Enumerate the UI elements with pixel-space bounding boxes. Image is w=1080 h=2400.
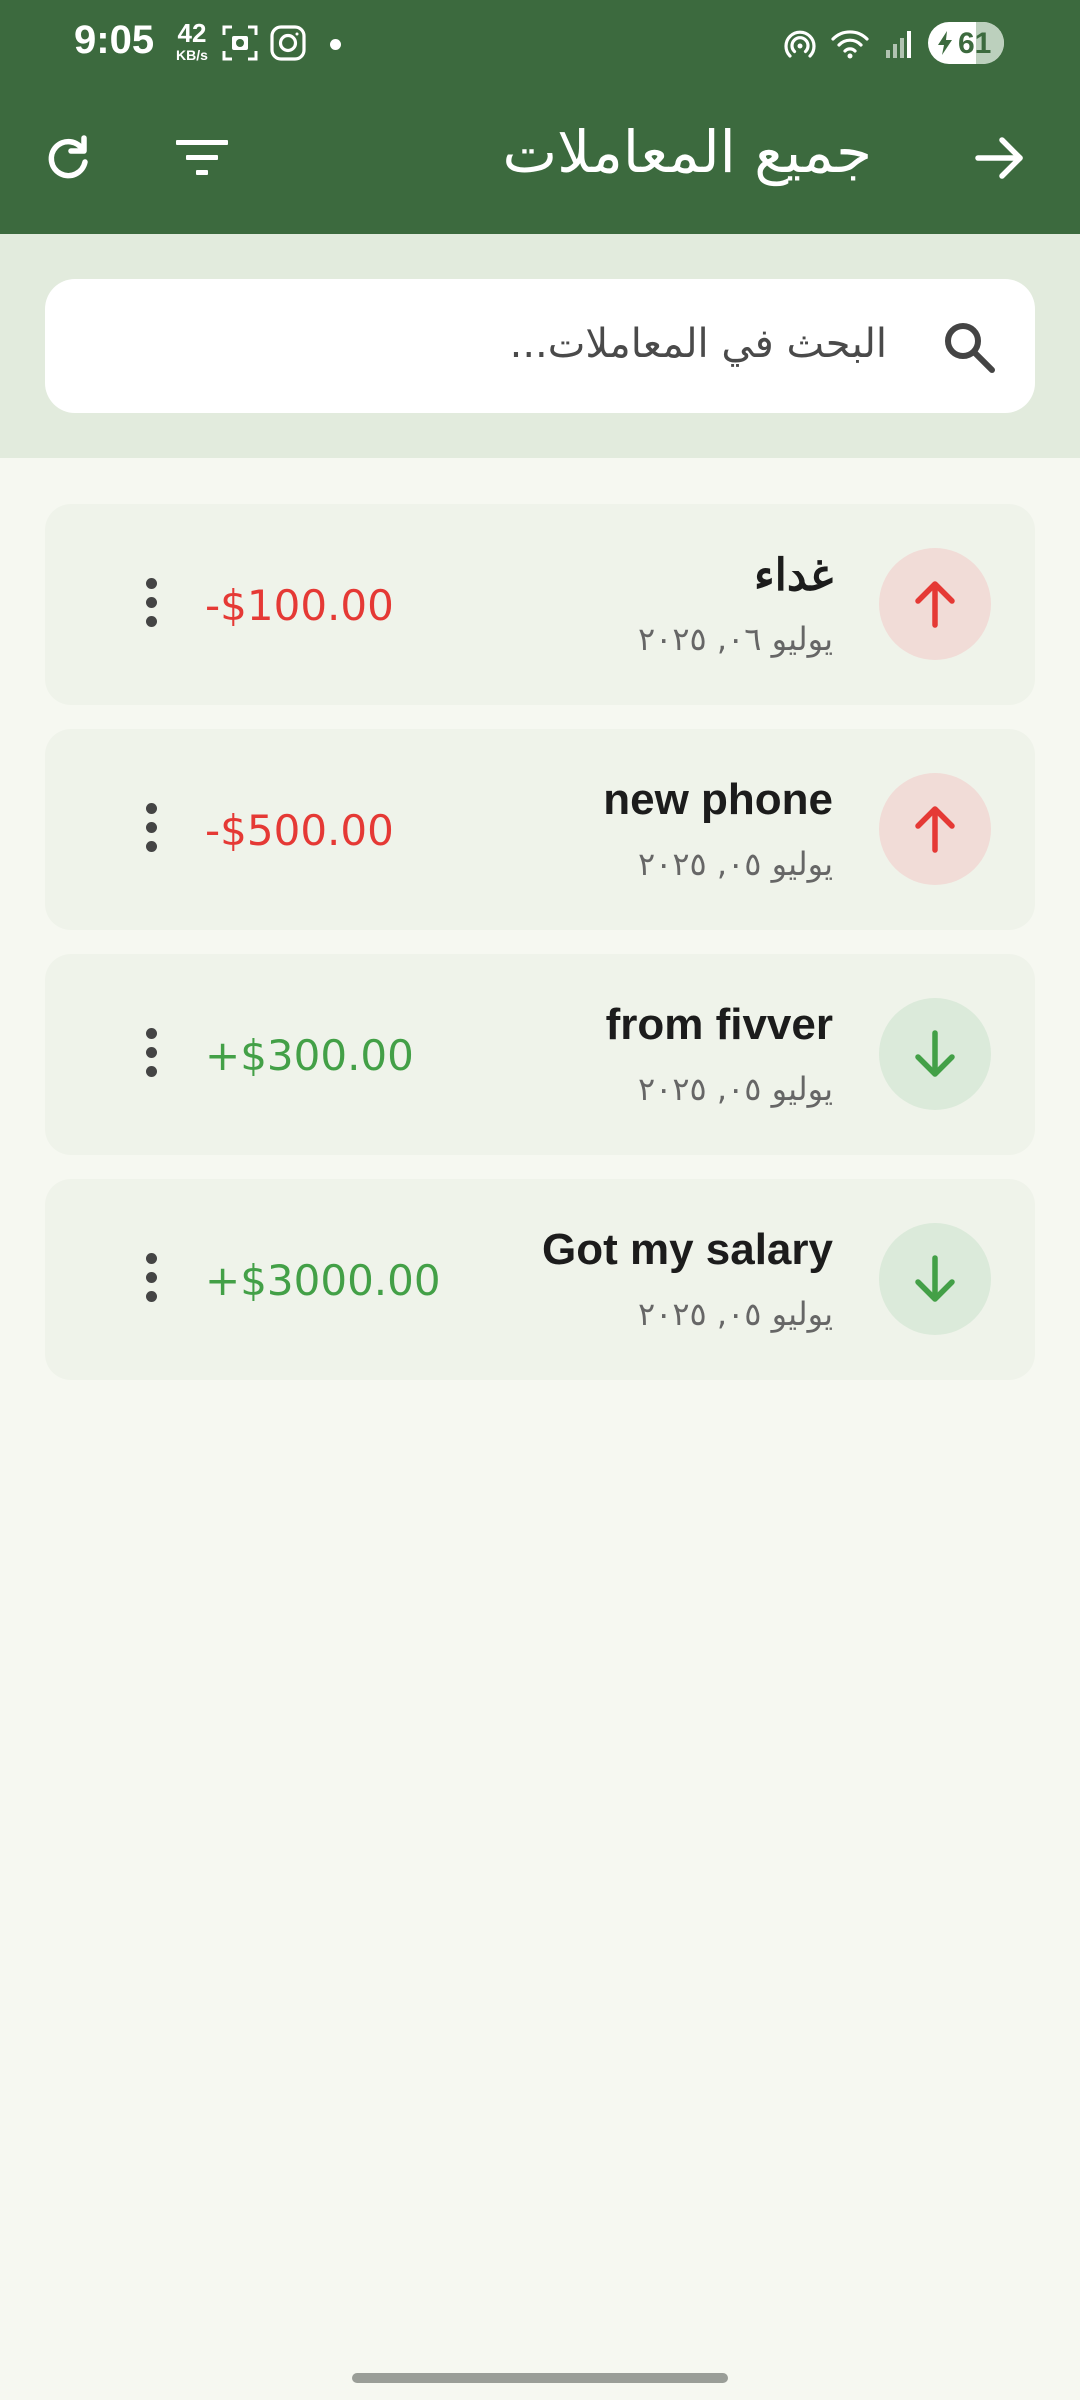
transaction-title: Got my salary (541, 1225, 833, 1274)
search-placeholder: البحث في المعاملات... (509, 321, 887, 367)
transaction-title: from fivver (605, 1000, 833, 1049)
arrow-right-icon (972, 130, 1028, 190)
transaction-card[interactable]: new phone يوليو ٠٥, ٢٠٢٥ -$500.00 (45, 729, 1035, 930)
app-bar: جميع المعاملات (0, 88, 1080, 234)
status-bar: 9:05 42 KB/s 61 (0, 0, 1080, 88)
transaction-date: يوليو ٠٥, ٢٠٢٥ (637, 845, 833, 883)
more-options-icon[interactable] (139, 1253, 163, 1309)
transaction-card[interactable]: Got my salary يوليو ٠٥, ٢٠٢٥ +$3000.00 (45, 1179, 1035, 1380)
transaction-date: يوليو ٠٦, ٢٠٢٥ (637, 620, 833, 658)
search-input[interactable]: البحث في المعاملات... (45, 279, 1035, 413)
status-time: 9:05 (74, 18, 155, 62)
expense-arrow-up-icon (879, 548, 991, 660)
page-title: جميع المعاملات (502, 118, 872, 186)
charging-bolt-icon (937, 31, 953, 59)
more-options-icon[interactable] (139, 1028, 163, 1084)
screenshot-icon (221, 24, 259, 66)
more-options-icon[interactable] (139, 578, 163, 634)
transaction-amount: +$300.00 (205, 1031, 414, 1080)
notification-dot-icon (330, 39, 341, 50)
transaction-date: يوليو ٠٥, ٢٠٢٥ (637, 1070, 833, 1108)
battery-indicator: 61 (928, 22, 1004, 64)
instagram-icon (269, 24, 307, 66)
hotspot-icon (782, 28, 818, 68)
expense-arrow-up-icon (879, 773, 991, 885)
transaction-title: غداء (753, 551, 833, 600)
income-arrow-down-icon (879, 1223, 991, 1335)
transaction-date: يوليو ٠٥, ٢٠٢٥ (637, 1295, 833, 1333)
transaction-title: new phone (603, 775, 833, 824)
refresh-icon (40, 130, 96, 190)
search-icon[interactable] (941, 319, 997, 379)
filter-button[interactable] (170, 128, 234, 192)
income-arrow-down-icon (879, 998, 991, 1110)
network-speed-value: 42 (177, 18, 207, 48)
transaction-amount: -$500.00 (205, 806, 394, 855)
network-speed-unit: KB/s (176, 47, 208, 63)
transaction-amount: -$100.00 (205, 581, 394, 630)
filter-icon (172, 136, 232, 184)
home-indicator[interactable] (352, 2373, 728, 2383)
search-section: البحث في المعاملات... (0, 234, 1080, 458)
battery-percent: 61 (958, 27, 992, 60)
transaction-card[interactable]: غداء يوليو ٠٦, ٢٠٢٥ -$100.00 (45, 504, 1035, 705)
more-options-icon[interactable] (139, 803, 163, 859)
wifi-icon (830, 28, 870, 64)
refresh-button[interactable] (36, 128, 100, 192)
back-button[interactable] (968, 128, 1032, 192)
transaction-amount: +$3000.00 (205, 1256, 441, 1305)
cellular-signal-icon (884, 28, 916, 64)
transaction-card[interactable]: from fivver يوليو ٠٥, ٢٠٢٥ +$300.00 (45, 954, 1035, 1155)
network-speed: 42 KB/s (172, 20, 212, 62)
